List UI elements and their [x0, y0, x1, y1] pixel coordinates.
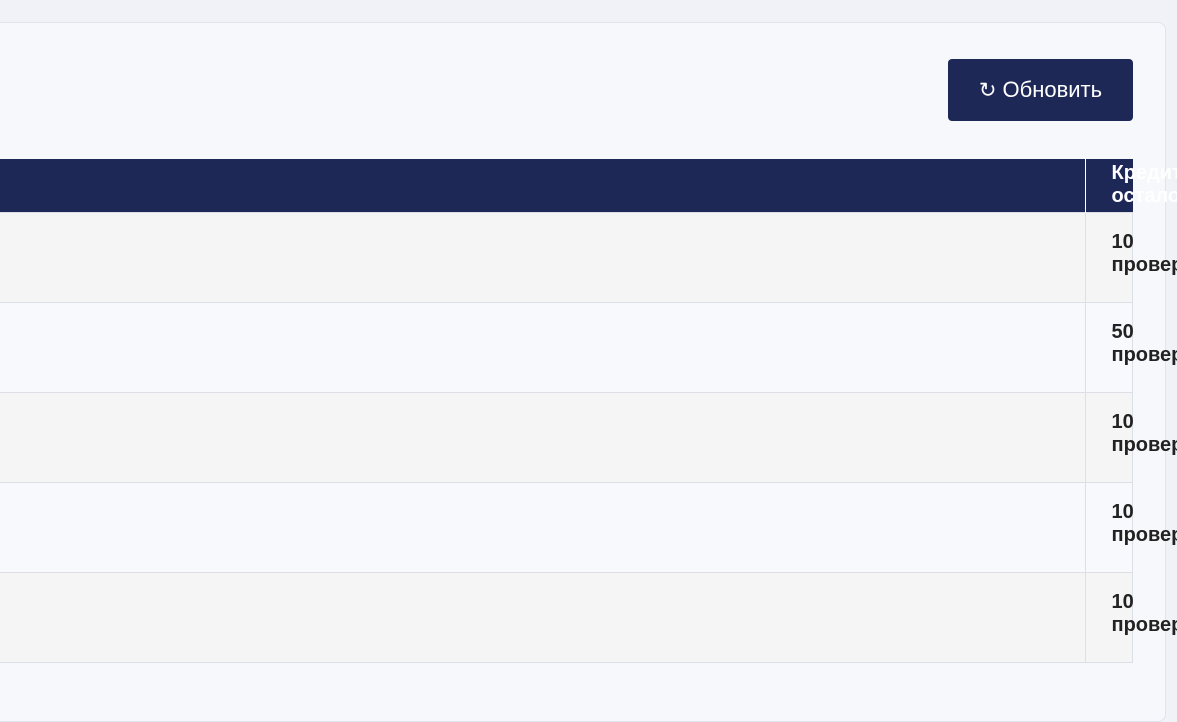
table-cell-main	[0, 391, 1086, 483]
table-cell-credits: 10 проверок	[1084, 571, 1177, 663]
table-row[interactable]: 50 проверок	[0, 301, 1177, 393]
column-header-main[interactable]	[0, 159, 1086, 212]
table-cell-main	[0, 481, 1086, 573]
refresh-icon: ↻	[978, 77, 997, 102]
table-cell-credits: 10 проверок	[1084, 391, 1177, 483]
table-cell-main	[0, 301, 1086, 393]
table-cell-main	[0, 571, 1086, 663]
table-row[interactable]: 10 проверок	[0, 211, 1177, 303]
table-cell-credits: 10 проверок	[1084, 481, 1177, 573]
table-cell-credits: 50 проверок	[1084, 301, 1177, 393]
table-cell-main	[0, 211, 1086, 303]
column-header-credits[interactable]: Кредитов осталось	[1085, 159, 1177, 212]
table-cell-credits: 10 проверок	[1084, 211, 1177, 303]
table-row[interactable]: 10 проверок	[0, 391, 1177, 483]
table-row[interactable]: 10 проверок	[0, 571, 1177, 663]
credits-table: Кредитов осталось 10 проверок 50 проверо…	[0, 159, 1177, 663]
refresh-button-label: Обновить	[1002, 77, 1103, 102]
table-header-row: Кредитов осталось	[0, 159, 1177, 212]
refresh-button[interactable]: ↻ Обновить	[948, 59, 1133, 121]
table-row[interactable]: 10 проверок	[0, 481, 1177, 573]
